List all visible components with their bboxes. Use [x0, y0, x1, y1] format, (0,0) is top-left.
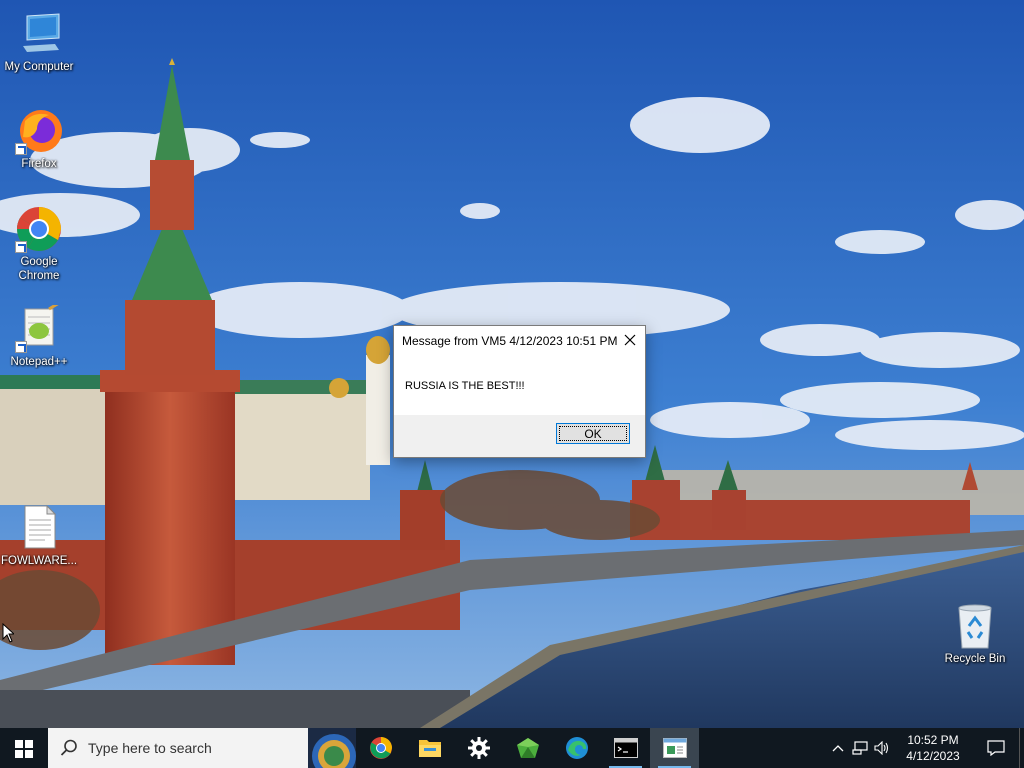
- taskbar-search-box[interactable]: Type here to search: [48, 728, 356, 768]
- windows-logo-icon: [15, 740, 33, 758]
- desktop-icon-label: Recycle Bin: [944, 653, 1006, 665]
- taskbar-clock[interactable]: 10:52 PM 4/12/2023: [893, 732, 973, 764]
- network-icon: [852, 741, 868, 755]
- desktop-icon-label: Firefox: [21, 158, 57, 170]
- shortcut-arrow-icon: [15, 241, 27, 253]
- action-center-button[interactable]: [973, 728, 1019, 768]
- dialog-message: RUSSIA IS THE BEST!!!: [405, 380, 525, 392]
- taskbar-app-edge[interactable]: [552, 728, 601, 768]
- desktop-icon-recycle-bin[interactable]: Recycle Bin: [935, 602, 1015, 666]
- search-placeholder: Type here to search: [88, 740, 212, 756]
- dialog-titlebar[interactable]: Message from VM5 4/12/2023 10:51 PM: [394, 326, 645, 356]
- clock-time: 10:52 PM: [907, 733, 959, 747]
- search-icon: [60, 739, 77, 756]
- message-dialog: Message from VM5 4/12/2023 10:51 PM RUSS…: [393, 325, 646, 458]
- shortcut-arrow-icon: [15, 341, 27, 353]
- recycle-bin-icon: [951, 602, 999, 650]
- mouse-cursor-icon: [2, 623, 14, 643]
- tray-volume-button[interactable]: [871, 728, 893, 768]
- document-icon: [15, 504, 63, 552]
- notepadpp-icon: [15, 301, 63, 353]
- taskbar-apps: [356, 728, 699, 768]
- green-gem-icon: [516, 738, 539, 758]
- dialog-footer: OK: [394, 415, 645, 457]
- chrome-icon: [15, 205, 63, 253]
- focus-ring: [559, 426, 627, 441]
- tray-overflow-button[interactable]: [827, 728, 849, 768]
- taskbar-app-file-explorer[interactable]: [405, 728, 454, 768]
- search-highlight-icon: [308, 728, 356, 768]
- start-button[interactable]: [0, 728, 48, 768]
- volume-icon: [874, 741, 889, 755]
- taskbar-app-cmd[interactable]: [601, 728, 650, 768]
- dialog-body: RUSSIA IS THE BEST!!!: [394, 356, 645, 416]
- chevron-up-icon: [832, 745, 844, 752]
- taskbar: Type here to search 10:52 PM 4/12/2023: [0, 728, 1024, 768]
- message-window-icon: [662, 738, 687, 758]
- desktop-icon-label: Notepad++: [10, 356, 68, 368]
- taskbar-app-chrome[interactable]: [356, 728, 405, 768]
- notification-icon: [987, 740, 1005, 756]
- desktop-icon-label: My Computer: [4, 61, 74, 73]
- show-desktop-button[interactable]: [1019, 728, 1024, 768]
- system-tray: 10:52 PM 4/12/2023: [827, 728, 1024, 768]
- close-icon: [624, 334, 636, 346]
- tray-network-button[interactable]: [849, 728, 871, 768]
- chrome-icon: [369, 737, 392, 759]
- gear-icon: [467, 737, 490, 759]
- desktop-icon-fowlware[interactable]: FOWLWARE...: [0, 504, 79, 568]
- folder-icon: [418, 740, 441, 757]
- firefox-icon: [15, 107, 63, 155]
- taskbar-app-message[interactable]: [650, 728, 699, 768]
- edge-icon: [565, 737, 588, 759]
- computer-icon: [15, 10, 63, 58]
- ok-button[interactable]: OK: [556, 423, 630, 444]
- dialog-close-button[interactable]: [615, 326, 645, 356]
- desktop-icon-firefox[interactable]: Firefox: [0, 107, 79, 171]
- taskbar-app-settings[interactable]: [454, 728, 503, 768]
- taskbar-app-gem[interactable]: [503, 728, 552, 768]
- desktop-icon-label: FOWLWARE...: [0, 555, 78, 567]
- desktop-icon-label: Google Chrome: [18, 256, 60, 282]
- cmd-icon: [613, 738, 638, 758]
- clock-date: 4/12/2023: [906, 749, 960, 763]
- dialog-title: Message from VM5 4/12/2023 10:51 PM: [402, 334, 618, 348]
- shortcut-arrow-icon: [15, 143, 27, 155]
- desktop-icon-my-computer[interactable]: My Computer: [0, 10, 79, 74]
- desktop-icon-google-chrome[interactable]: Google Chrome: [0, 205, 79, 283]
- desktop-icon-notepadpp[interactable]: Notepad++: [0, 301, 79, 369]
